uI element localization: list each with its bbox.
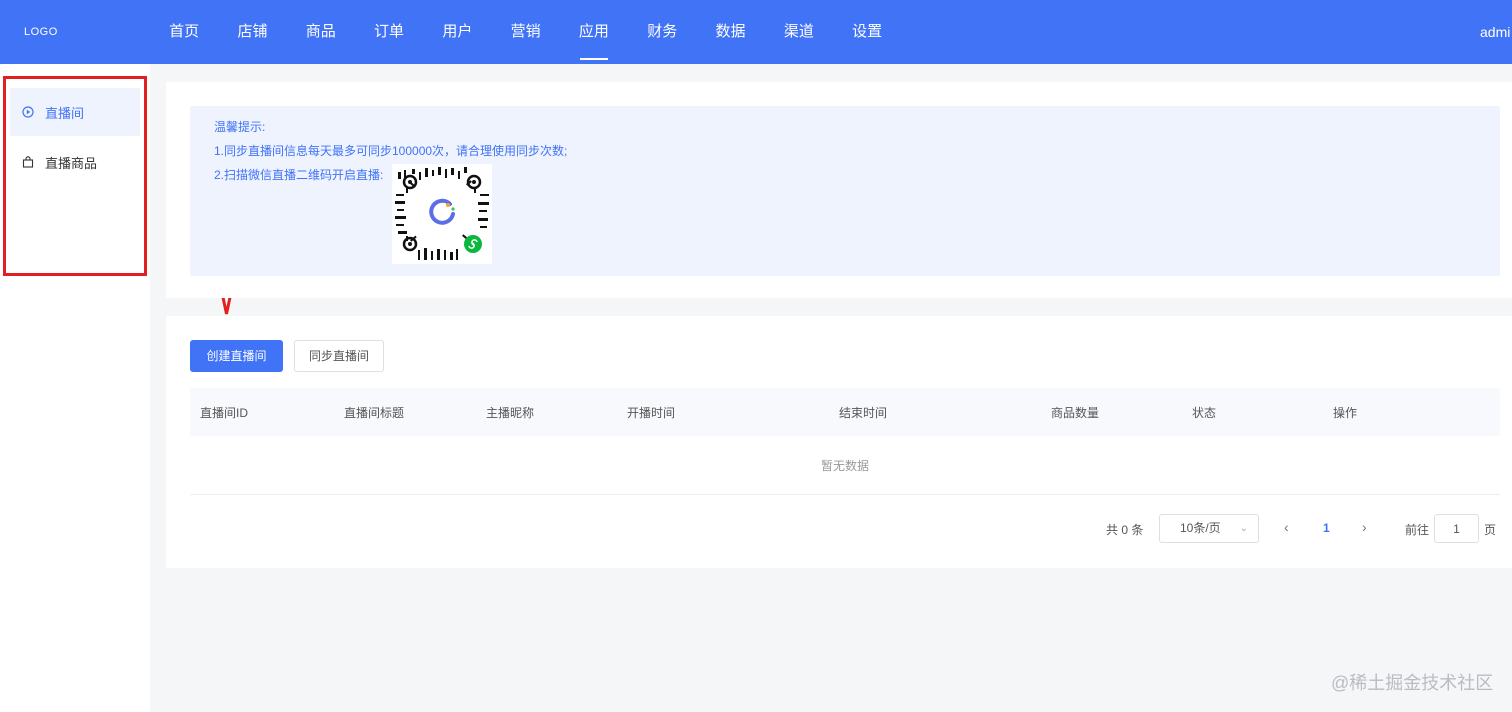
- chevron-down-icon: ⌄: [1239, 523, 1248, 534]
- nav-item-marketing[interactable]: 营销: [491, 0, 559, 64]
- nav-item-channels[interactable]: 渠道: [765, 0, 833, 64]
- table-empty-state: 暂无数据: [190, 436, 1500, 495]
- goto-label: 前往: [1405, 523, 1430, 537]
- nav-item-store[interactable]: 店铺: [218, 0, 286, 64]
- column-header-start-time: 开播时间: [627, 406, 676, 420]
- watermark: @稀土掘金技术社区: [1331, 673, 1494, 693]
- tip-line-scan-qr: 2.扫描微信直播二维码开启直播:: [214, 168, 384, 182]
- nav-item-apps[interactable]: 应用: [560, 0, 628, 64]
- tip-title: 温馨提示:: [214, 120, 266, 134]
- nav-item-settings[interactable]: 设置: [833, 0, 901, 64]
- nav-item-finance[interactable]: 财务: [628, 0, 696, 64]
- nav-item-home[interactable]: 首页: [150, 0, 218, 64]
- nav-item-orders[interactable]: 订单: [355, 0, 423, 64]
- user-menu[interactable]: admi: [1480, 24, 1510, 40]
- qr-code-icon: [392, 164, 492, 264]
- column-header-room-title: 直播间标题: [344, 406, 405, 420]
- nav-item-products[interactable]: 商品: [287, 0, 355, 64]
- column-header-status: 状态: [1192, 406, 1217, 420]
- tip-line-sync-limit: 1.同步直播间信息每天最多可同步100000次，请合理使用同步次数;: [214, 144, 568, 158]
- page-size-select[interactable]: 10条/页 ⌄: [1159, 514, 1259, 543]
- column-header-anchor-nickname: 主播昵称: [486, 406, 535, 420]
- column-header-product-count: 商品数量: [1051, 406, 1100, 420]
- column-header-room-id: 直播间ID: [200, 406, 249, 420]
- create-live-room-button[interactable]: 创建直播间: [190, 340, 283, 372]
- tip-panel: 温馨提示: 1.同步直播间信息每天最多可同步100000次，请合理使用同步次数;…: [190, 106, 1500, 276]
- sidebar-highlight-box: [3, 76, 147, 276]
- nav-item-users[interactable]: 用户: [423, 0, 491, 64]
- page-size-value: 10条/页: [1180, 521, 1221, 535]
- column-header-actions: 操作: [1333, 406, 1358, 420]
- table-header: 直播间ID 直播间标题 主播昵称 开播时间 结束时间 商品数量 状态 操作: [190, 388, 1500, 436]
- page-number-current[interactable]: 1: [1323, 521, 1330, 535]
- top-navigation-bar: LOGO 首页 店铺 商品 订单 用户 营销 应用 财务 数据 渠道 设置 ad…: [0, 0, 1512, 64]
- nav-item-data[interactable]: 数据: [696, 0, 764, 64]
- pagination-total: 共 0 条: [1106, 523, 1144, 537]
- column-header-end-time: 结束时间: [839, 406, 888, 420]
- sync-live-room-button[interactable]: 同步直播间: [294, 340, 384, 372]
- logo: LOGO: [24, 26, 58, 38]
- goto-page-input[interactable]: [1434, 514, 1479, 543]
- prev-page-icon[interactable]: ‹: [1284, 519, 1289, 535]
- main-nav: 首页 店铺 商品 订单 用户 营销 应用 财务 数据 渠道 设置: [150, 0, 901, 64]
- next-page-icon[interactable]: ›: [1362, 519, 1367, 535]
- page-unit-label: 页: [1484, 523, 1497, 537]
